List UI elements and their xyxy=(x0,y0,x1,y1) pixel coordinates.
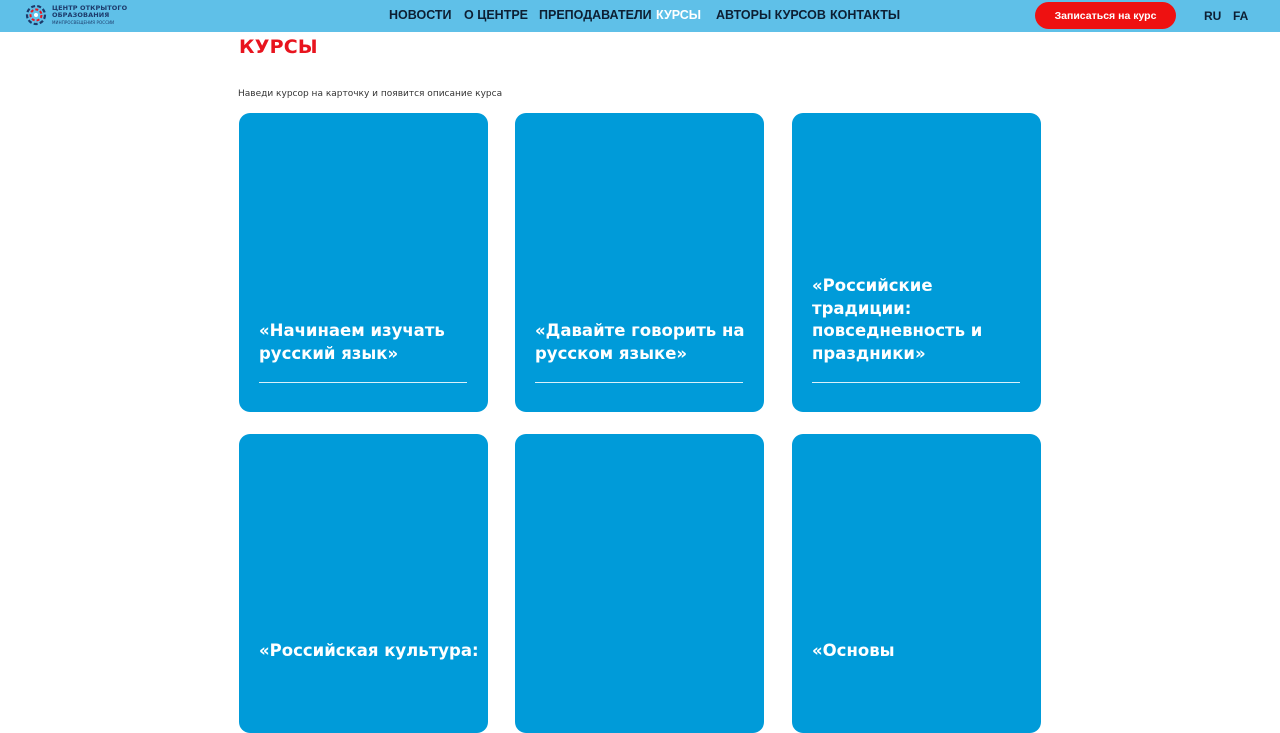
course-card-title: «Основы xyxy=(812,641,895,660)
card-divider xyxy=(812,382,1020,383)
course-card-title: «Давайте говорить на русском языке» xyxy=(535,321,745,363)
course-card[interactable]: «Российская культура: xyxy=(239,434,488,733)
course-card-title: «Начинаем изучать русский язык» xyxy=(259,321,445,363)
course-card[interactable]: «Давайте говорить на русском языке» xyxy=(515,113,764,412)
site-header: ЦЕНТР ОТКРЫТОГО ОБРАЗОВАНИЯ МИНПРОСВЕЩЕН… xyxy=(0,0,1280,32)
card-divider xyxy=(535,382,743,383)
nav-item-teachers[interactable]: ПРЕПОДАВАТЕЛИ xyxy=(539,8,652,22)
nav-item-contacts[interactable]: КОНТАКТЫ xyxy=(830,8,900,22)
nav-item-about[interactable]: О ЦЕНТРЕ xyxy=(464,8,528,22)
card-divider xyxy=(259,382,467,383)
nav-item-news[interactable]: НОВОСТИ xyxy=(389,8,452,22)
course-card[interactable]: «Основы xyxy=(792,434,1041,733)
nav-item-courses[interactable]: КУРСЫ xyxy=(656,8,701,22)
lang-ru-link[interactable]: RU xyxy=(1204,9,1221,23)
nav-item-course-authors[interactable]: АВТОРЫ КУРСОВ xyxy=(716,8,826,22)
course-card[interactable]: «Начинаем изучать русский язык» xyxy=(239,113,488,412)
hover-hint: Наведи курсор на карточку и появится опи… xyxy=(238,89,503,99)
course-card[interactable] xyxy=(515,434,764,733)
course-card-title: «Российские традиции: повседневность и п… xyxy=(812,276,983,363)
enroll-button[interactable]: Записаться на курс xyxy=(1035,2,1176,29)
page-title: КУРСЫ xyxy=(239,36,318,58)
lang-fa-link[interactable]: FA xyxy=(1233,9,1248,23)
course-card-title: «Российская культура: xyxy=(259,641,479,660)
course-card[interactable]: «Российские традиции: повседневность и п… xyxy=(792,113,1041,412)
